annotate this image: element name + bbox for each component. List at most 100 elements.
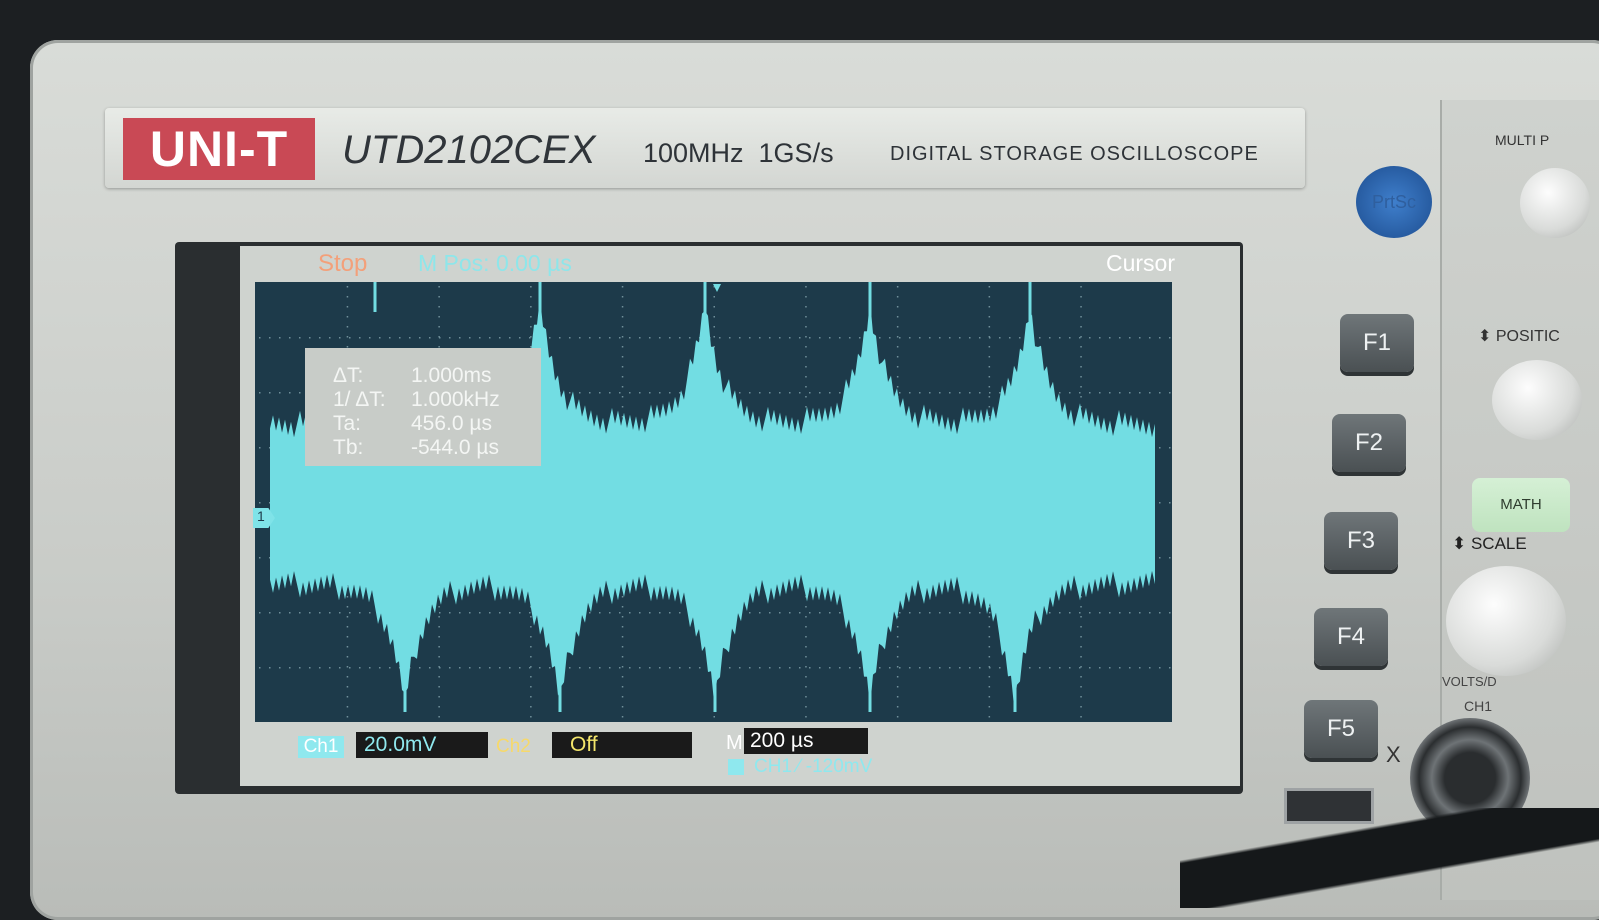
grid-dot: [1099, 392, 1101, 394]
grid-dot: [1129, 392, 1131, 394]
grid-dot: [1059, 612, 1061, 614]
m-pos-readout: M Pos: 0.00 µs: [418, 250, 572, 276]
grid-dot: [349, 667, 351, 669]
grid-dot: [619, 612, 621, 614]
grid-dot: [988, 706, 991, 708]
grid-dot: [805, 406, 807, 408]
grid-dot: [649, 392, 651, 394]
grid-dot: [289, 392, 291, 394]
grid-dot: [759, 337, 761, 339]
f5-button[interactable]: F5: [1304, 700, 1378, 758]
f1-button[interactable]: F1: [1340, 314, 1414, 372]
grid-dot: [346, 326, 349, 328]
grid-dot: [621, 296, 624, 298]
grid-dot: [621, 676, 624, 678]
grid-dot: [509, 612, 511, 614]
volts-div-knob[interactable]: [1446, 566, 1566, 676]
grid-dot: [459, 337, 461, 339]
grid-dot: [530, 616, 532, 618]
grid-dot: [309, 667, 311, 669]
printsc-button[interactable]: PrtSc: [1356, 166, 1432, 238]
grid-dot: [1080, 376, 1082, 378]
grid-dot: [799, 392, 801, 394]
grid-dot: [1089, 337, 1091, 339]
grid-dot: [438, 706, 440, 708]
grid-dot: [799, 337, 801, 339]
grid-dot: [1089, 667, 1091, 669]
grid-dot: [1119, 612, 1121, 614]
grid-dot: [805, 396, 807, 398]
grid-dot: [713, 326, 715, 328]
grid-dot: [438, 606, 440, 608]
grid-dot: [339, 337, 341, 339]
multi-purpose-knob[interactable]: [1520, 168, 1590, 238]
grid-dot: [939, 392, 941, 394]
grid-dot: [949, 337, 951, 339]
grid-dot: [439, 667, 441, 669]
grid-dot: [805, 316, 807, 318]
grid-dot: [789, 667, 791, 669]
grid-dot: [1129, 612, 1131, 614]
grid-dot: [1080, 716, 1082, 718]
grid-dot: [713, 716, 715, 718]
grid-dot: [438, 716, 440, 718]
grid-dot: [479, 612, 481, 614]
multi-purpose-label: MULTI P: [1495, 132, 1550, 148]
grid-dot: [329, 612, 331, 614]
grid-dot: [339, 667, 341, 669]
grid-dot: [896, 656, 899, 658]
grid-dot: [629, 337, 631, 339]
grid-dot: [1080, 326, 1082, 328]
grid-dot: [896, 376, 899, 378]
grid-dot: [939, 612, 941, 614]
grid-dot: [679, 612, 681, 614]
grid-dot: [988, 676, 991, 678]
grid-dot: [438, 286, 440, 288]
grid-dot: [619, 667, 621, 669]
position-knob[interactable]: [1492, 360, 1582, 440]
grid-dot: [1169, 337, 1171, 339]
grid-dot: [449, 667, 451, 669]
grid-dot: [621, 346, 624, 348]
grid-dot: [621, 406, 624, 408]
grid-dot: [819, 667, 821, 669]
grid-dot: [519, 337, 521, 339]
grid-dot: [896, 636, 899, 638]
grid-dot: [1080, 286, 1082, 288]
model-name: UTD2102CEX: [342, 128, 596, 172]
grid-dot: [279, 337, 281, 339]
grid-dot: [1069, 392, 1071, 394]
grid-dot: [349, 612, 351, 614]
grid-dot: [621, 376, 624, 378]
grid-dot: [999, 392, 1001, 394]
grid-dot: [919, 667, 921, 669]
grid-dot: [769, 667, 771, 669]
grid-dot: [1079, 667, 1081, 669]
grid-dot: [829, 392, 831, 394]
grid-dot: [1080, 356, 1082, 358]
f4-button[interactable]: F4: [1314, 608, 1388, 666]
grid-dot: [530, 676, 532, 678]
grid-dot: [779, 337, 781, 339]
grid-dot: [346, 666, 349, 668]
grid-dot: [1139, 337, 1141, 339]
grid-dot: [1080, 636, 1082, 638]
grid-dot: [749, 337, 751, 339]
grid-dot: [979, 337, 981, 339]
grid-dot: [1080, 396, 1082, 398]
math-button[interactable]: MATH: [1472, 478, 1570, 532]
grid-dot: [346, 676, 349, 678]
grid-dot: [988, 366, 991, 368]
grid-dot: [489, 337, 491, 339]
ch1-label: Ch1: [298, 736, 344, 758]
grid-dot: [1080, 696, 1082, 698]
grid-dot: [346, 636, 349, 638]
grid-dot: [621, 606, 624, 608]
grid-dot: [429, 337, 431, 339]
grid-dot: [809, 612, 811, 614]
f3-button[interactable]: F3: [1324, 512, 1398, 570]
readout-row: Tb: -544.0 µs: [333, 436, 499, 459]
f2-button[interactable]: F2: [1332, 414, 1406, 472]
grid-dot: [805, 306, 807, 308]
grid-dot: [259, 612, 261, 614]
